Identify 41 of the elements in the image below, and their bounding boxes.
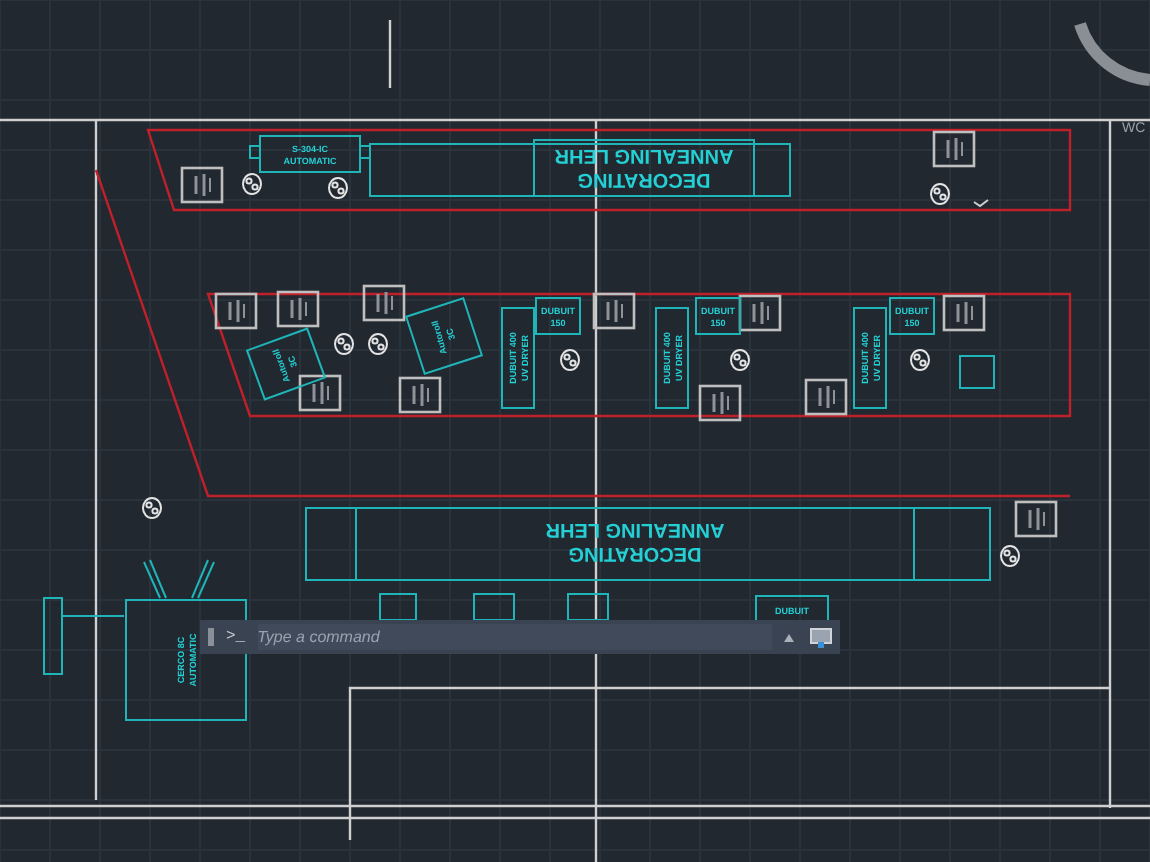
equipment-block-drawing bbox=[276, 290, 320, 328]
equipment-block-drawing bbox=[298, 374, 342, 412]
monitor-icon[interactable] bbox=[810, 627, 832, 647]
machine-outline bbox=[125, 599, 247, 721]
operator-symbol-icon bbox=[1000, 545, 1020, 567]
machine-outline bbox=[245, 327, 327, 401]
operator-symbol-icon bbox=[368, 333, 388, 355]
machine-outline bbox=[695, 297, 741, 335]
operator-symbol-icon bbox=[730, 349, 750, 371]
operator-symbol-icon bbox=[328, 177, 348, 199]
operator-symbol-icon bbox=[142, 497, 162, 519]
equipment-block-drawing bbox=[698, 384, 742, 422]
viewcube-ring-drawing bbox=[1074, 21, 1150, 86]
equipment-block-drawing bbox=[932, 130, 976, 168]
equipment-block-drawing bbox=[592, 292, 636, 330]
equipment-block-drawing bbox=[214, 292, 258, 330]
equipment-block-drawing bbox=[398, 376, 442, 414]
lehr-label: ANNEALING LEHR bbox=[554, 144, 734, 166]
equipment-block-drawing bbox=[738, 294, 782, 332]
lehr-label: DECORATING bbox=[568, 542, 702, 564]
command-prompt-button[interactable]: >_ bbox=[226, 628, 246, 646]
equipment-block-drawing bbox=[804, 378, 848, 416]
machine-outline bbox=[655, 307, 689, 409]
grip-handle[interactable] bbox=[208, 628, 214, 646]
equipment-block-drawing bbox=[942, 294, 986, 332]
check-mark-icon bbox=[973, 199, 989, 208]
lehr-label: ANNEALING LEHR bbox=[545, 518, 725, 540]
operator-symbol-icon bbox=[334, 333, 354, 355]
machine-outline bbox=[404, 296, 484, 376]
operator-symbol-icon bbox=[910, 349, 930, 371]
drawing-line bbox=[388, 20, 392, 88]
machine-outline bbox=[259, 135, 361, 173]
command-input-field[interactable]: Type a command bbox=[257, 624, 772, 650]
equipment-block-drawing bbox=[180, 166, 224, 204]
equipment-block-drawing bbox=[362, 284, 406, 322]
operator-symbol-icon bbox=[930, 183, 950, 205]
operator-symbol-icon bbox=[560, 349, 580, 371]
equipment-block-drawing bbox=[1014, 500, 1058, 538]
lehr-label: DECORATING bbox=[577, 168, 711, 190]
caret-up-icon[interactable] bbox=[784, 633, 794, 641]
operator-symbol-icon bbox=[242, 173, 262, 195]
